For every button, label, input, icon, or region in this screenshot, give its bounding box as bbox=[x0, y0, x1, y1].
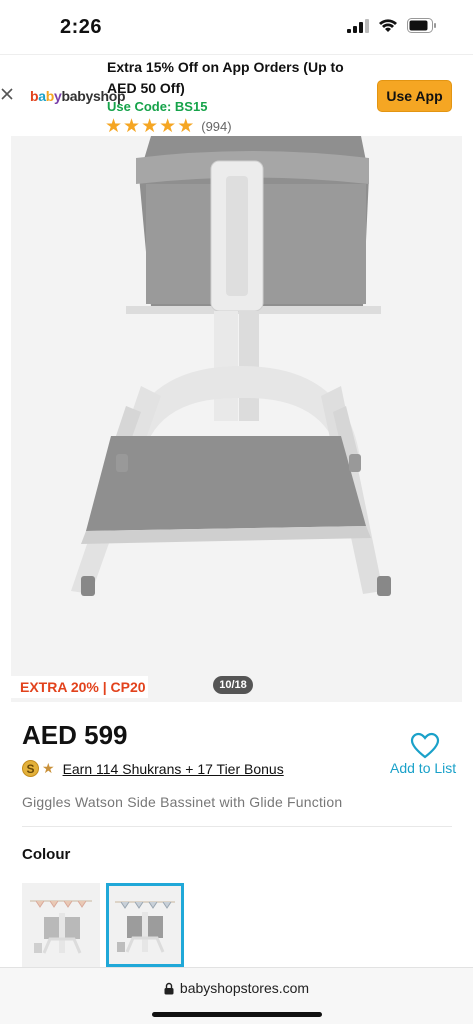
divider bbox=[22, 826, 452, 827]
star-icon: ★ bbox=[177, 116, 195, 137]
shukran-rewards[interactable]: S ★ Earn 114 Shukrans + 17 Tier Bonus bbox=[22, 760, 284, 777]
colour-swatch-selected[interactable] bbox=[106, 883, 184, 967]
product-image[interactable] bbox=[11, 136, 462, 702]
wifi-icon bbox=[379, 19, 397, 32]
app-install-banner: babybabyshop Extra 15% Off on App Orders… bbox=[0, 54, 473, 136]
star-icon: ★ bbox=[141, 116, 159, 137]
url-row[interactable]: babyshopstores.com bbox=[0, 980, 473, 996]
colour-swatch-option[interactable] bbox=[22, 883, 100, 967]
status-bar: 2:26 bbox=[0, 0, 473, 54]
rating-count: (994) bbox=[201, 119, 232, 134]
signal-icon bbox=[347, 18, 369, 33]
shukran-earn-text[interactable]: Earn 114 Shukrans + 17 Tier Bonus bbox=[63, 761, 284, 777]
lock-icon bbox=[164, 982, 174, 994]
star-icon: ★ bbox=[159, 116, 177, 137]
swatch-thumbnail bbox=[22, 883, 100, 967]
product-price: AED 599 bbox=[22, 720, 128, 750]
banner-title: Extra 15% Off on App Orders (Up to AED 5… bbox=[107, 59, 344, 96]
status-icons bbox=[347, 18, 437, 33]
star-icon: ★ bbox=[123, 116, 141, 137]
browser-address-bar[interactable]: babyshopstores.com bbox=[0, 967, 473, 1024]
add-to-list-link[interactable]: Add to List bbox=[390, 760, 456, 776]
star-icon: ★ bbox=[105, 116, 123, 137]
home-indicator bbox=[152, 1012, 322, 1017]
heart-icon[interactable] bbox=[410, 732, 440, 760]
product-name: Giggles Watson Side Bassinet with Glide … bbox=[22, 794, 343, 810]
star-icon: ★ bbox=[42, 760, 55, 776]
battery-icon bbox=[407, 18, 436, 33]
status-time: 2:26 bbox=[60, 16, 103, 38]
banner-rating: ★ ★ ★ ★ ★ (994) bbox=[105, 117, 232, 136]
colour-heading: Colour bbox=[22, 846, 71, 863]
image-counter: 10/18 bbox=[213, 676, 253, 694]
close-icon[interactable] bbox=[0, 87, 14, 101]
banner-promo-code: Use Code: BS15 bbox=[107, 99, 208, 114]
promo-badge: EXTRA 20% | CP20 bbox=[11, 676, 148, 698]
swatch-thumbnail bbox=[109, 886, 181, 964]
url-text[interactable]: babyshopstores.com bbox=[180, 980, 309, 996]
shukran-coin-icon: S bbox=[22, 760, 39, 777]
bassinet-illustration bbox=[11, 136, 462, 702]
use-app-button[interactable]: Use App bbox=[377, 80, 452, 112]
